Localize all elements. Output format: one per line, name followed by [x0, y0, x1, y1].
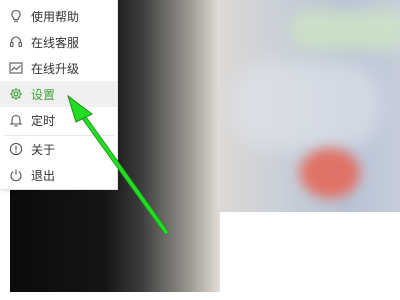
chart-upgrade-icon: [9, 61, 23, 75]
menu-item-help[interactable]: 使用帮助: [0, 3, 117, 29]
video-preview-blurred: [220, 0, 400, 212]
menu-item-label: 关于: [31, 142, 56, 157]
lightbulb-icon: [9, 9, 23, 23]
power-icon: [9, 168, 23, 182]
menu-item-settings[interactable]: 设置: [0, 81, 117, 107]
menu-item-online-upgrade[interactable]: 在线升级: [0, 55, 117, 81]
menu-item-online-service[interactable]: 在线客服: [0, 29, 117, 55]
menu-item-label: 使用帮助: [31, 9, 80, 24]
gear-icon: [9, 87, 23, 101]
menu-item-about[interactable]: 关于: [0, 136, 117, 162]
menu-item-timer[interactable]: 定时: [0, 107, 117, 133]
bell-icon: [9, 113, 23, 127]
menu-item-label: 在线升级: [31, 61, 80, 76]
menu-item-label: 退出: [31, 168, 56, 183]
menu-item-label: 定时: [31, 113, 56, 128]
dropdown-menu: 使用帮助 在线客服 在线升级 设置 定时 关于 退出: [0, 0, 118, 190]
headset-icon: [9, 35, 23, 49]
menu-item-label: 在线客服: [31, 35, 80, 50]
menu-item-exit[interactable]: 退出: [0, 162, 117, 188]
info-icon: [9, 142, 23, 156]
menu-item-label: 设置: [31, 87, 56, 102]
bottom-strip: [0, 292, 400, 300]
